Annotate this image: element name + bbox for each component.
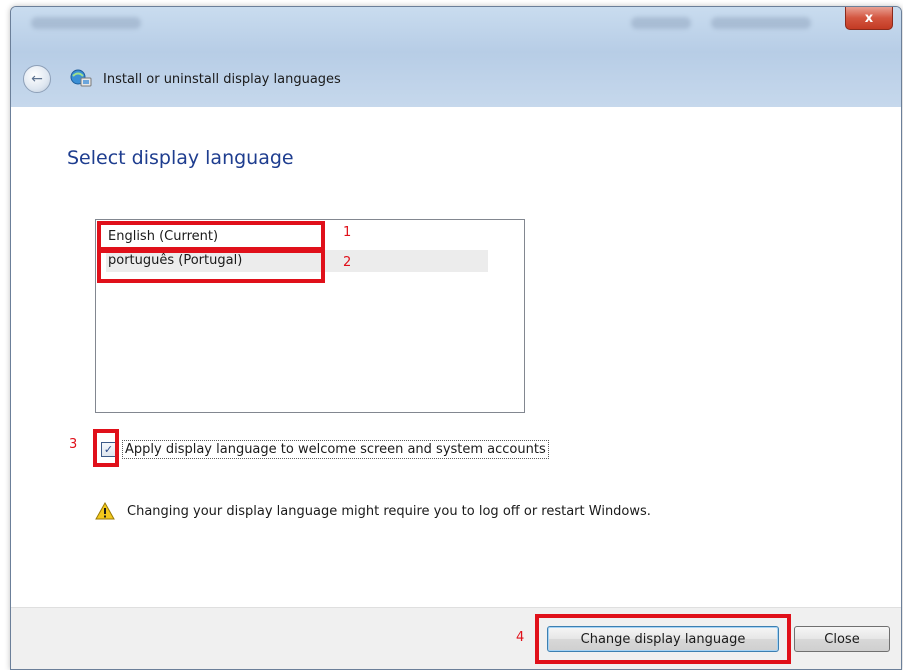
- change-display-language-button[interactable]: Change display language: [547, 626, 779, 652]
- annotation-box-1: [97, 221, 325, 251]
- blurred-search-label: [631, 17, 691, 29]
- annotation-number-3: 3: [69, 437, 78, 452]
- blurred-category-label: [711, 17, 811, 29]
- annotation-box-3: [93, 429, 119, 467]
- dialog-footer: 4 Change display language Close: [11, 607, 901, 669]
- warning-message: Changing your display language might req…: [95, 499, 651, 523]
- dialog-window: x ← Install or uninstall display languag…: [10, 6, 902, 670]
- apply-checkbox-row[interactable]: ✓ Apply display language to welcome scre…: [101, 437, 549, 461]
- blurred-breadcrumb: [31, 17, 141, 29]
- annotation-box-2: [97, 249, 325, 283]
- back-button[interactable]: ←: [23, 65, 51, 93]
- content-area: Select display language English (Current…: [11, 107, 901, 607]
- page-title: Select display language: [67, 147, 294, 169]
- address-title: Install or uninstall display languages: [103, 72, 341, 87]
- warning-text: Changing your display language might req…: [127, 503, 651, 519]
- address-bar: ← Install or uninstall display languages: [11, 41, 901, 99]
- control-panel-icon: [70, 69, 92, 87]
- apply-checkbox-label[interactable]: Apply display language to welcome screen…: [122, 439, 549, 459]
- annotation-number-4: 4: [516, 630, 525, 645]
- window-close-button[interactable]: x: [845, 7, 893, 30]
- annotation-number-1: 1: [343, 225, 352, 240]
- annotation-number-2: 2: [343, 255, 352, 270]
- back-arrow-icon: ←: [31, 71, 43, 87]
- title-bar: x ← Install or uninstall display languag…: [11, 7, 901, 107]
- close-button[interactable]: Close: [794, 626, 890, 652]
- warning-icon: [95, 502, 115, 520]
